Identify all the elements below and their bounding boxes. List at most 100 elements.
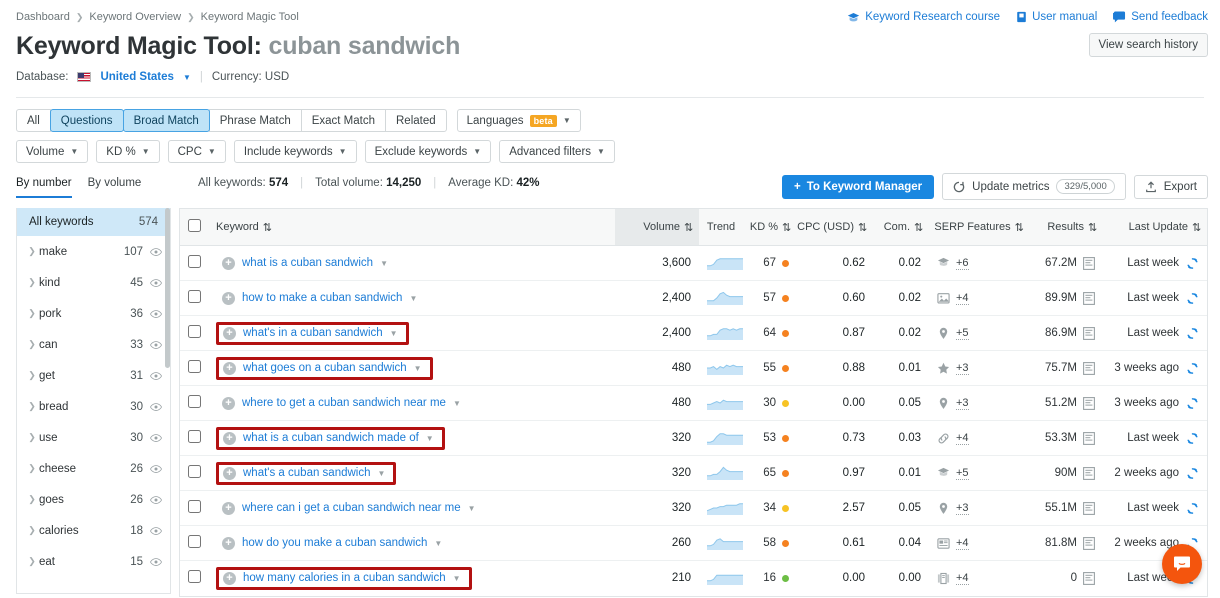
header-com[interactable]: Com.⇅ (873, 209, 929, 246)
add-keyword-icon[interactable]: + (222, 397, 235, 410)
chevron-down-icon[interactable]: ▼ (183, 73, 191, 82)
exclude-keywords-filter[interactable]: Exclude keywords▼ (365, 140, 492, 163)
row-checkbox[interactable] (188, 360, 201, 373)
tab-by-number[interactable]: By number (16, 177, 72, 198)
breadcrumb-item-keyword-magic-tool[interactable]: Keyword Magic Tool (201, 11, 299, 23)
serp-features-more[interactable]: +3 (956, 362, 969, 375)
sidebar-item-get[interactable]: ❯ get 31 (17, 360, 170, 391)
keyword-link[interactable]: what goes on a cuban sandwich (243, 362, 407, 374)
serp-features-more[interactable]: +3 (956, 502, 969, 515)
row-checkbox[interactable] (188, 395, 201, 408)
serp-preview-icon[interactable] (1083, 327, 1095, 340)
sidebar-item-kind[interactable]: ❯ kind 45 (17, 267, 170, 298)
add-keyword-icon[interactable]: + (222, 537, 235, 550)
user-manual-link[interactable]: User manual (1016, 11, 1097, 23)
refresh-metrics-icon[interactable] (1186, 432, 1199, 445)
row-checkbox[interactable] (188, 535, 201, 548)
chevron-down-icon[interactable]: ▼ (380, 259, 388, 268)
database-value[interactable]: United States (100, 71, 174, 83)
keyword-link[interactable]: where to get a cuban sandwich near me (242, 397, 446, 409)
chevron-down-icon[interactable]: ▼ (453, 399, 461, 408)
eye-icon[interactable] (150, 494, 162, 506)
to-keyword-manager-button[interactable]: + To Keyword Manager (782, 175, 934, 199)
cpc-filter[interactable]: CPC▼ (168, 140, 226, 163)
sidebar-item-use[interactable]: ❯ use 30 (17, 422, 170, 453)
chevron-down-icon[interactable]: ▼ (409, 294, 417, 303)
serp-preview-icon[interactable] (1083, 537, 1095, 550)
serp-preview-icon[interactable] (1083, 292, 1095, 305)
refresh-metrics-icon[interactable] (1186, 257, 1199, 270)
chevron-down-icon[interactable]: ▼ (378, 469, 386, 478)
header-results[interactable]: Results⇅ (1027, 209, 1103, 246)
serp-features-more[interactable]: +4 (956, 432, 969, 445)
row-checkbox[interactable] (188, 500, 201, 513)
eye-icon[interactable] (150, 339, 162, 351)
tab-phrase-match[interactable]: Phrase Match (209, 109, 302, 132)
export-button[interactable]: Export (1134, 175, 1208, 199)
add-keyword-icon[interactable]: + (222, 292, 235, 305)
serp-features-more[interactable]: +4 (956, 537, 969, 550)
add-keyword-icon[interactable]: + (223, 327, 236, 340)
chevron-down-icon[interactable]: ▼ (414, 364, 422, 373)
add-keyword-icon[interactable]: + (222, 502, 235, 515)
sidebar-item-bread[interactable]: ❯ bread 30 (17, 391, 170, 422)
header-cpc[interactable]: CPC (USD)⇅ (797, 209, 873, 246)
row-checkbox[interactable] (188, 465, 201, 478)
eye-icon[interactable] (150, 556, 162, 568)
add-keyword-icon[interactable]: + (222, 257, 235, 270)
refresh-metrics-icon[interactable] (1186, 502, 1199, 515)
serp-features-more[interactable]: +5 (956, 467, 969, 480)
eye-icon[interactable] (150, 246, 162, 258)
keyword-link[interactable]: where can i get a cuban sandwich near me (242, 502, 461, 514)
add-keyword-icon[interactable]: + (223, 572, 236, 585)
chevron-down-icon[interactable]: ▼ (434, 539, 442, 548)
advanced-filters[interactable]: Advanced filters▼ (499, 140, 615, 163)
sidebar-item-make[interactable]: ❯ make 107 (17, 236, 170, 267)
keyword-link[interactable]: what is a cuban sandwich made of (243, 432, 419, 444)
row-checkbox[interactable] (188, 290, 201, 303)
sidebar-item-cheese[interactable]: ❯ cheese 26 (17, 453, 170, 484)
add-keyword-icon[interactable]: + (223, 467, 236, 480)
sidebar-scrollbar[interactable] (165, 208, 170, 368)
include-keywords-filter[interactable]: Include keywords▼ (234, 140, 357, 163)
serp-preview-icon[interactable] (1083, 572, 1095, 585)
chevron-down-icon[interactable]: ▼ (453, 574, 461, 583)
eye-icon[interactable] (150, 525, 162, 537)
sidebar-item-pork[interactable]: ❯ pork 36 (17, 298, 170, 329)
serp-features-more[interactable]: +5 (956, 327, 969, 340)
send-feedback-link[interactable]: Send feedback (1113, 11, 1208, 23)
eye-icon[interactable] (150, 277, 162, 289)
eye-icon[interactable] (150, 308, 162, 320)
breadcrumb-item-dashboard[interactable]: Dashboard (16, 11, 70, 23)
add-keyword-icon[interactable]: + (223, 432, 236, 445)
sidebar-item-all-keywords[interactable]: All keywords 574 (17, 208, 170, 236)
serp-preview-icon[interactable] (1083, 502, 1095, 515)
header-serp-features[interactable]: SERP Features⇅ (929, 209, 1027, 246)
view-search-history-button[interactable]: View search history (1089, 33, 1209, 57)
header-volume[interactable]: Volume⇅ (615, 209, 699, 246)
refresh-metrics-icon[interactable] (1186, 362, 1199, 375)
sidebar-item-can[interactable]: ❯ can 33 (17, 329, 170, 360)
tab-exact-match[interactable]: Exact Match (301, 109, 386, 132)
keyword-link[interactable]: what's a cuban sandwich (243, 467, 371, 479)
tab-broad-match[interactable]: Broad Match (123, 109, 210, 132)
row-checkbox[interactable] (188, 570, 201, 583)
eye-icon[interactable] (150, 432, 162, 444)
refresh-metrics-icon[interactable] (1186, 292, 1199, 305)
sidebar-item-calories[interactable]: ❯ calories 18 (17, 515, 170, 546)
languages-dropdown[interactable]: Languages beta ▼ (457, 109, 581, 132)
tab-all[interactable]: All (16, 109, 51, 132)
row-checkbox[interactable] (188, 430, 201, 443)
serp-features-more[interactable]: +6 (956, 257, 969, 270)
refresh-metrics-icon[interactable] (1186, 467, 1199, 480)
tab-related[interactable]: Related (385, 109, 447, 132)
row-checkbox[interactable] (188, 255, 201, 268)
serp-preview-icon[interactable] (1083, 257, 1095, 270)
chevron-down-icon[interactable]: ▼ (426, 434, 434, 443)
serp-preview-icon[interactable] (1083, 362, 1095, 375)
row-checkbox[interactable] (188, 325, 201, 338)
header-trend[interactable]: Trend (699, 209, 743, 246)
sidebar-item-eat[interactable]: ❯ eat 15 (17, 546, 170, 577)
refresh-metrics-icon[interactable] (1186, 397, 1199, 410)
tab-by-volume[interactable]: By volume (88, 177, 142, 198)
